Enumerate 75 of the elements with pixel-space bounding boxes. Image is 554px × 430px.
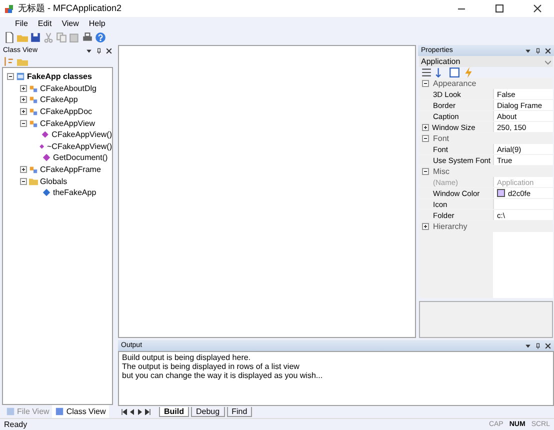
tree-item[interactable]: FakeApp classes: [27, 72, 92, 82]
category-label: Font: [433, 134, 450, 143]
pin-icon: [535, 342, 541, 348]
first-icon[interactable]: [121, 409, 127, 415]
printer-icon[interactable]: [82, 32, 93, 43]
maximize-icon[interactable]: [494, 4, 504, 13]
save-icon[interactable]: [30, 32, 41, 43]
close-icon: [545, 48, 551, 54]
app-icon: [4, 4, 14, 14]
chevron-down-icon: [545, 58, 551, 64]
tree-item[interactable]: ~CFakeAppView(): [47, 142, 112, 151]
dropdown-icon: [525, 48, 531, 54]
category-label: Appearance: [433, 79, 476, 88]
expand-icon[interactable]: [422, 124, 429, 130]
tree-item[interactable]: CFakeAppDoc: [40, 107, 92, 116]
categorized-icon[interactable]: [421, 67, 432, 78]
object-dropdown[interactable]: Application: [419, 56, 553, 67]
output-tab[interactable]: Debug: [191, 407, 225, 417]
menu-item[interactable]: File: [10, 19, 33, 28]
variable-icon: [42, 188, 51, 198]
classes-icon: [16, 72, 25, 82]
output-line: but you can change the way it is displayed as you wish...: [122, 371, 324, 380]
output-line: Build output is being displayed here.: [122, 353, 252, 362]
dropdown-icon: [525, 342, 531, 348]
window-title: 无标题 - MFCApplication2: [18, 2, 123, 15]
collapse-icon[interactable]: [422, 168, 429, 175]
close-icon[interactable]: [532, 4, 542, 13]
tree-item[interactable]: theFakeApp: [53, 188, 96, 198]
tree-item[interactable]: CFakeAppFrame: [40, 165, 101, 174]
expand-icon[interactable]: [20, 166, 27, 174]
dropdown-icon: [86, 48, 92, 54]
property-pages-icon[interactable]: [449, 67, 460, 78]
class-icon: [29, 107, 38, 116]
class-icon: [29, 118, 38, 128]
output-line: The output is being displayed in rows of a list view: [122, 362, 300, 371]
menu-item[interactable]: Edit: [32, 19, 57, 28]
sort-icon[interactable]: [3, 56, 14, 67]
output-tab[interactable]: Find: [226, 407, 252, 417]
output-tab[interactable]: Build: [159, 407, 189, 417]
collapse-icon[interactable]: [7, 73, 14, 80]
expand-icon[interactable]: [422, 223, 429, 230]
class-icon: [29, 165, 38, 174]
close-icon: [545, 342, 551, 348]
category-label: Hierarchy: [433, 222, 468, 231]
pin-icon: [535, 48, 541, 54]
class-icon: [29, 95, 38, 104]
tree-item[interactable]: CFakeApp: [40, 95, 78, 104]
expand-icon[interactable]: [20, 96, 27, 104]
expand-icon[interactable]: [20, 108, 27, 116]
tree-item[interactable]: GetDocument(): [53, 153, 108, 162]
help-icon[interactable]: [95, 32, 106, 43]
tree-item[interactable]: CFakeAppView(): [52, 130, 112, 140]
new-file-icon[interactable]: [4, 32, 15, 43]
collapse-icon[interactable]: [422, 80, 429, 87]
window-icon: [55, 407, 64, 416]
folder-icon: [29, 176, 38, 186]
panel-tab[interactable]: Class View: [52, 405, 109, 418]
expand-icon[interactable]: [20, 84, 27, 92]
menu-item[interactable]: Help: [84, 19, 110, 28]
previous-icon[interactable]: [129, 409, 135, 415]
status-text: Ready: [4, 420, 28, 429]
class-icon: [29, 84, 38, 93]
collapse-icon[interactable]: [422, 135, 429, 142]
tree-item[interactable]: CFakeAboutDlg: [40, 84, 96, 93]
tree-item[interactable]: CFakeAppView: [40, 118, 95, 128]
collapse-icon[interactable]: [20, 120, 27, 127]
next-icon[interactable]: [137, 409, 143, 415]
menu-item[interactable]: View: [56, 19, 84, 28]
pin-icon: [96, 48, 102, 54]
category-label: Misc: [433, 167, 450, 176]
window-icon: [6, 407, 15, 416]
tree-item[interactable]: Globals: [40, 176, 68, 186]
last-icon[interactable]: [145, 409, 151, 415]
collapse-icon[interactable]: [20, 178, 27, 185]
close-icon: [106, 48, 112, 54]
